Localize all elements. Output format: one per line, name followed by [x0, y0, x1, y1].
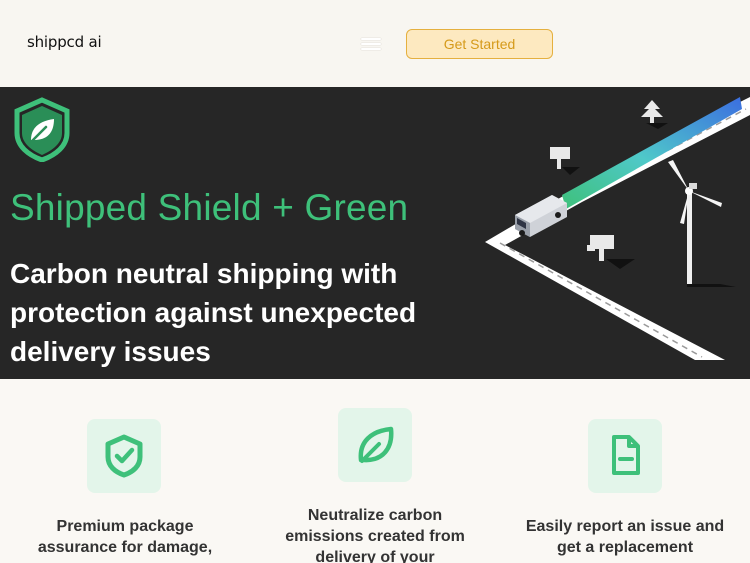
feature-icon-tile: [588, 419, 662, 493]
hero-title: Shipped Shield + Green: [10, 187, 409, 228]
leaf-icon: [358, 426, 394, 463]
feature-card: Premium package assurance for damage,: [0, 379, 250, 563]
feature-icon-tile: [87, 419, 161, 493]
hero-section: Shipped Shield + Green Carbon neutral sh…: [0, 87, 750, 379]
document-minus-icon: [612, 435, 640, 475]
feature-card: Neutralize carbon emissions created from…: [250, 379, 500, 563]
features-section: Premium package assurance for damage, Ne…: [0, 379, 750, 563]
brand-logo[interactable]: shippcd ai: [27, 33, 102, 51]
feature-icon-tile: [338, 408, 412, 482]
shield-leaf-icon: [14, 97, 70, 162]
site-header: shippcd ai Get Started: [0, 0, 750, 87]
get-started-button[interactable]: Get Started: [406, 29, 553, 59]
shield-check-icon: [105, 434, 143, 478]
feature-text: Neutralize carbon emissions created from…: [285, 507, 465, 563]
feature-text: Easily report an issue and get a replace…: [525, 518, 725, 556]
feature-card: Easily report an issue and get a replace…: [500, 379, 750, 563]
feature-text: Premium package assurance for damage,: [37, 518, 213, 556]
delivery-van-wind-turbine-illustration: [485, 97, 750, 360]
hero-subtitle: Carbon neutral shipping with protection …: [10, 258, 417, 367]
hamburger-menu-icon[interactable]: [361, 37, 381, 51]
